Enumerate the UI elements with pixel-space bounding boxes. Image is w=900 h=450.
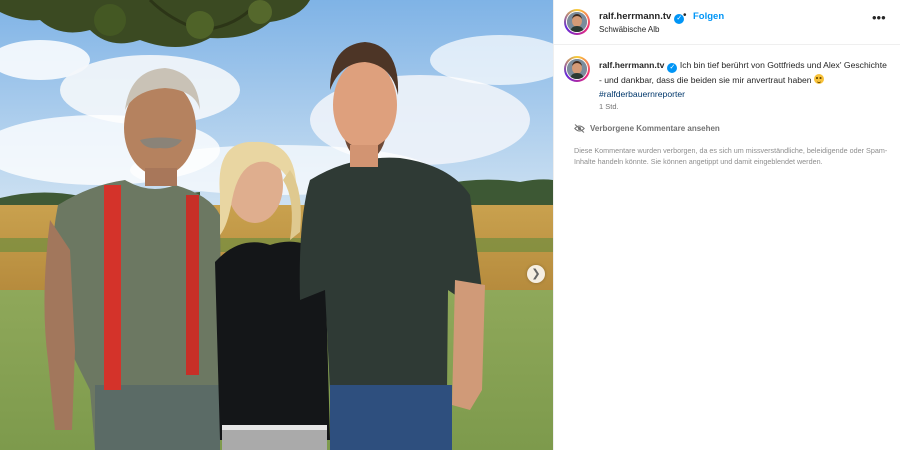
avatar[interactable]	[564, 9, 590, 35]
more-options-icon[interactable]: •••	[872, 10, 886, 25]
post-photo: ❯	[0, 0, 553, 450]
hidden-comments-note: Diese Kommentare wurden verborgen, da es…	[574, 146, 888, 166]
chevron-right-icon: ❯	[531, 267, 541, 280]
hashtag-link[interactable]: #ralfderbauernreporter	[599, 89, 685, 99]
post-side-panel: ralf.herrmann.tv ✓ • Folgen Schwäbische A…	[553, 0, 900, 450]
username[interactable]: ralf.herrmann.tv	[599, 11, 671, 22]
show-hidden-comments-button[interactable]: Verborgene Kommentare ansehen	[574, 124, 720, 133]
show-hidden-comments-label[interactable]: Verborgene Kommentare ansehen	[590, 124, 720, 133]
separator-dot: •	[683, 10, 687, 21]
caption-username[interactable]: ralf.herrmann.tv	[599, 60, 664, 70]
smile-emoji-icon	[813, 74, 824, 84]
location-label[interactable]: Schwäbische Alb	[599, 25, 659, 34]
post-timestamp[interactable]: 1 Std.	[599, 102, 619, 111]
verified-badge-icon: ✓	[667, 63, 678, 73]
caption-avatar[interactable]	[564, 56, 590, 82]
post-caption: ralf.herrmann.tv ✓ Ich bin tief berührt v…	[599, 58, 891, 101]
follow-button[interactable]: Folgen	[693, 11, 724, 22]
header-username-row[interactable]: ralf.herrmann.tv ✓	[599, 11, 685, 24]
post-photo-image	[0, 0, 553, 450]
post-header: ralf.herrmann.tv ✓ • Folgen Schwäbische A…	[554, 0, 900, 45]
next-image-button[interactable]: ❯	[527, 265, 545, 283]
eye-slash-icon	[574, 124, 585, 133]
